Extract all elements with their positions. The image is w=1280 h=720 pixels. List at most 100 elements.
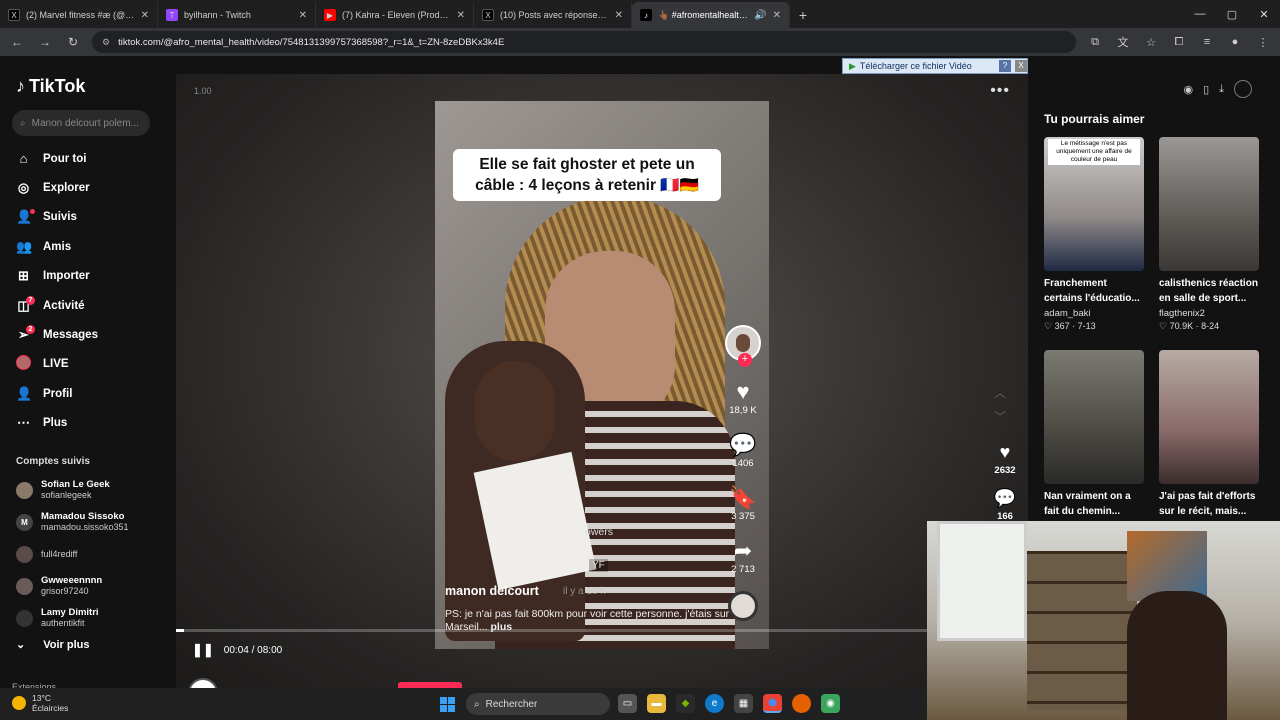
save-button[interactable]: 🔖 3 375 [729, 485, 757, 523]
tiktok-logo[interactable]: ♪ TikTok [16, 76, 85, 97]
browser-tab[interactable]: ▶(7) Kahra - Eleven (Prod. @_Tric✕ [316, 2, 474, 28]
back-icon[interactable]: ← [8, 35, 26, 49]
nvidia-icon[interactable]: ◆ [676, 694, 695, 713]
profile-avatar-icon[interactable]: ● [1226, 36, 1244, 48]
search-input[interactable]: ⌕ Manon delcourt polem... [12, 110, 150, 136]
bookmark-star-icon[interactable]: ☆ [1142, 36, 1160, 49]
discord-icon[interactable]: ◉ [821, 694, 840, 713]
browser-tab[interactable]: X(10) Posts avec réponses de Bo✕ [474, 2, 632, 28]
file-explorer-icon[interactable]: ▬ [647, 694, 666, 713]
forward-icon[interactable]: → [36, 35, 54, 49]
video-progress-bar[interactable] [176, 629, 946, 632]
notification-badge: 2 [26, 325, 35, 335]
next-video-icon[interactable]: ﹀ [994, 408, 1006, 425]
like-button[interactable]: ♥ 18,9 K [729, 379, 756, 417]
url-input[interactable]: ⚙ tiktok.com/@afro_mental_health/video/7… [92, 31, 1076, 53]
help-icon[interactable]: ? [999, 60, 1011, 72]
close-tab-icon[interactable]: ✕ [299, 10, 307, 21]
following-account[interactable]: Gwweeennnn grisor97240 [16, 570, 166, 602]
edge-icon[interactable]: e [705, 694, 724, 713]
previous-video-icon[interactable]: ︿ [994, 384, 1006, 401]
following-account[interactable]: M Mamadou Sissoko mamadou.sissoko351 [16, 506, 166, 538]
install-icon[interactable]: ⧉ [1086, 36, 1104, 49]
bookmark-icon: 🔖 [729, 485, 757, 510]
video-player[interactable]: Elle se fait ghoster et pete un câble : … [435, 101, 769, 649]
pause-icon[interactable]: ❚❚ [192, 642, 214, 658]
sidebar-item-explorer[interactable]: ◎ Explorer [16, 173, 166, 202]
recommended-video-card[interactable]: Le métissage n'est pas uniquement une af… [1044, 137, 1146, 332]
translate-icon[interactable]: 文 [1114, 34, 1132, 50]
sidebar-item-plus[interactable]: ⋯ Plus [16, 409, 166, 438]
sidebar-item-messages[interactable]: ➢ 2 Messages [16, 320, 166, 349]
start-icon[interactable] [440, 697, 455, 712]
maximize-icon[interactable]: ▢ [1216, 0, 1248, 28]
video-thumbnail [1044, 350, 1144, 484]
recommendations-title: Tu pourrais aimer [1044, 112, 1145, 126]
reload-icon[interactable]: ↻ [64, 35, 82, 49]
creator-avatar[interactable]: + [725, 325, 761, 367]
heart-icon: ♡ [1044, 321, 1053, 331]
firefox-icon[interactable] [792, 694, 811, 713]
reading-list-icon[interactable]: ≡ [1198, 36, 1216, 48]
close-icon[interactable]: X [1015, 60, 1027, 72]
browser-tab[interactable]: X(2) Marvel fitness #æ (@Marvel_✕ [0, 2, 158, 28]
mute-tab-icon[interactable]: 🔊 [754, 10, 766, 21]
sidebar-item-profil[interactable]: 👤 Profil [16, 379, 166, 408]
heart-icon: ♥ [736, 379, 750, 404]
new-dot [30, 208, 35, 214]
heart-icon[interactable]: ♥ [1000, 442, 1011, 463]
following-icon: 👤 [16, 209, 33, 225]
following-account[interactable]: full4rediff [16, 538, 166, 570]
sidebar-item-live[interactable]: LIVE [16, 350, 166, 379]
download-banner: ▶ Télécharger ce fichier Vidéo ? X [842, 58, 1028, 74]
follow-plus-icon[interactable]: + [738, 353, 752, 367]
close-tab-icon[interactable]: ✕ [141, 10, 149, 21]
music-disc-icon[interactable] [728, 591, 758, 621]
sidebar-item-importer[interactable]: ⊞ Importer [16, 262, 166, 291]
more-options-icon[interactable]: ••• [990, 82, 1010, 100]
extensions-icon[interactable]: ⧠ [1170, 36, 1188, 49]
compass-icon: ◎ [17, 180, 30, 196]
download-icon[interactable]: ⤓ [1219, 83, 1224, 96]
live-icon[interactable]: ◉ [1183, 83, 1193, 96]
site-info-icon[interactable]: ⚙ [102, 37, 110, 48]
taskbar-search[interactable]: ⌕ Rechercher [466, 693, 610, 715]
chrome-icon[interactable] [763, 694, 782, 713]
close-tab-icon[interactable]: ✕ [773, 10, 781, 21]
recommended-video-card[interactable]: J'ai pas fait d'efforts sur le récit, ma… [1159, 350, 1261, 519]
avatar [16, 577, 33, 595]
close-window-icon[interactable]: ✕ [1248, 0, 1280, 28]
browser-tab-active[interactable]: ♪ 👆🏾 #afromentalhealth #a 🔊 ✕ [632, 2, 790, 28]
task-view-icon[interactable]: ▭ [618, 694, 637, 713]
recommended-video-card[interactable]: Nan vraiment on a fait du chemin... [1044, 350, 1146, 519]
browser-menu-icon[interactable]: ⋮ [1254, 36, 1272, 49]
sidebar-nav: ⌂ Pour toi ◎ Explorer 👤 Suivis 👥 Amis ⊞ Impor… [16, 144, 166, 438]
following-account[interactable]: Sofian Le Geek sofianlegeek [16, 474, 166, 506]
store-icon[interactable]: ▦ [734, 694, 753, 713]
download-label[interactable]: Télécharger ce fichier Vidéo [860, 61, 972, 71]
sidebar-item-pour-toi[interactable]: ⌂ Pour toi [16, 144, 166, 173]
sidebar-item-activite[interactable]: ◫ 7 Activité [16, 291, 166, 320]
device-icon[interactable]: ▯ [1203, 83, 1209, 96]
see-more-button[interactable]: ⌄ Voir plus [16, 638, 89, 652]
sidebar-item-amis[interactable]: 👥 Amis [16, 232, 166, 261]
comment-button[interactable]: 💬 1406 [729, 434, 756, 470]
recommended-video-card[interactable]: calisthenics réaction en salle de sport.… [1159, 137, 1261, 332]
close-tab-icon[interactable]: ✕ [615, 10, 623, 21]
search-placeholder: Manon delcourt polem... [31, 117, 139, 129]
video-time-ago: il y a 16 h [563, 586, 606, 597]
following-account[interactable]: Lamy Dimitri authentikfit [16, 602, 166, 634]
webcam-overlay [927, 521, 1280, 720]
browser-tab[interactable]: Tbyilhann - Twitch ✕ [158, 2, 316, 28]
share-button[interactable]: ➦ 2 713 [731, 540, 755, 576]
sidebar-item-suivis[interactable]: 👤 Suivis [16, 203, 166, 232]
profile-avatar-icon[interactable] [1234, 80, 1252, 98]
close-tab-icon[interactable]: ✕ [457, 10, 465, 21]
video-author[interactable]: manon delcourt [445, 584, 539, 598]
weather-widget[interactable]: 13°C Éclaircies [12, 693, 68, 713]
new-tab-button[interactable]: + [790, 2, 816, 28]
comment-icon[interactable]: 💬 [994, 488, 1016, 509]
minimize-icon[interactable]: — [1184, 0, 1216, 28]
panel-tools: ◉ ▯ ⤓ [1183, 80, 1252, 98]
webcam-window [937, 521, 1027, 641]
